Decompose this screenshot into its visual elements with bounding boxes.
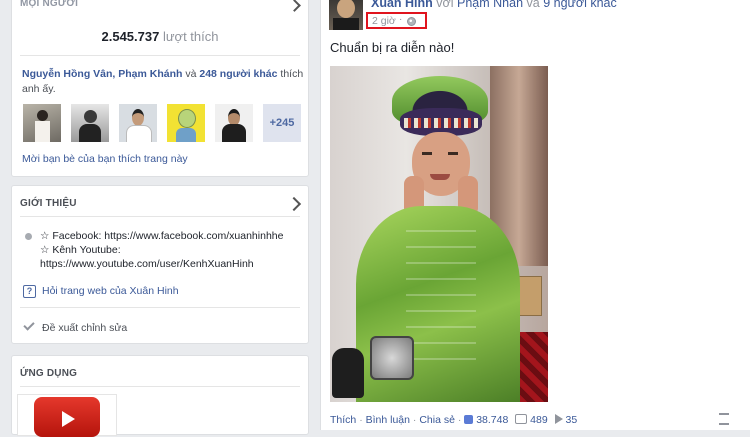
like-action-link[interactable]: Thích [330, 414, 356, 426]
friends-like-text: Nguyễn Hồng Vân, Phạm Khánh và 248 người… [22, 68, 304, 95]
card-divider [20, 386, 300, 387]
comment-count[interactable]: 489 [530, 414, 548, 426]
timeline-post: Xuân Hinh với Phạm Nhân và 9 người khác … [320, 0, 750, 430]
question-icon: ? [23, 285, 36, 298]
likes-count: 2.545.737 [101, 29, 160, 44]
people-header: MỌI NGƯỜI [20, 0, 79, 9]
friend-avatar[interactable] [23, 104, 61, 142]
people-card: MỌI NGƯỜI 2.545.737 lượt thích Nguyễn Hồ… [11, 0, 309, 177]
options-icon[interactable] [719, 413, 729, 425]
about-card: GIỚI THIỆU ☆ Facebook: https://www.faceb… [11, 185, 309, 344]
friend-avatar[interactable] [71, 104, 109, 142]
like-icon [464, 415, 474, 424]
ask-website-link[interactable]: Hỏi trang web của Xuân Hinh [42, 285, 179, 297]
app-tile[interactable] [17, 394, 117, 437]
suggest-edit-link[interactable]: Đề xuất chỉnh sửa [42, 322, 127, 334]
friend-others-link[interactable]: 248 người khác [199, 68, 277, 80]
apps-header: ỨNG DỤNG [20, 368, 78, 379]
post-timestamp[interactable]: 2 giờ [372, 15, 396, 27]
invite-friends-link[interactable]: Mời bạn bè của bạn thích trang này [22, 153, 188, 165]
tagged-person-link[interactable]: Phạm Nhân [457, 0, 523, 10]
author-name-link[interactable]: Xuân Hinh [371, 0, 433, 10]
info-icon [25, 233, 32, 240]
chevron-right-icon[interactable] [288, 0, 301, 12]
globe-icon[interactable] [407, 17, 416, 26]
checkmark-icon [23, 319, 35, 331]
post-header-line: Xuân Hinh với Phạm Nhân và 9 người khác [371, 0, 617, 10]
facebook-line: ☆ Facebook: https://www.facebook.com/xua… [40, 230, 284, 242]
author-avatar[interactable] [329, 0, 363, 30]
about-description: ☆ Facebook: https://www.facebook.com/xua… [40, 229, 308, 271]
card-divider [20, 55, 300, 56]
post-photo[interactable] [330, 66, 548, 402]
friend-avatars: +245 [23, 104, 303, 142]
share-action-link[interactable]: Chia sẻ [419, 414, 455, 426]
about-header: GIỚI THIỆU [20, 198, 77, 209]
share-icon [554, 414, 563, 424]
separator-dot: · [399, 14, 403, 25]
youtube-line: ☆ Kênh Youtube: [40, 244, 121, 256]
friend-names-link[interactable]: Nguyễn Hồng Vân, Phạm Khánh [22, 68, 182, 80]
youtube-url[interactable]: https://www.youtube.com/user/KenhXuanHin… [40, 257, 308, 271]
friend-avatar[interactable] [119, 104, 157, 142]
comment-action-link[interactable]: Bình luận [366, 414, 410, 426]
card-divider [20, 216, 300, 217]
likes-label: lượt thích [162, 29, 219, 44]
card-divider [20, 307, 300, 308]
chevron-right-icon[interactable] [286, 196, 302, 212]
share-count[interactable]: 35 [566, 414, 578, 426]
likes-summary: 2.545.737 lượt thích [12, 29, 308, 44]
apps-card: ỨNG DỤNG [11, 355, 309, 437]
youtube-app-icon [34, 397, 100, 437]
post-timestamp-box: 2 giờ · [366, 12, 427, 29]
comment-icon [515, 414, 528, 424]
post-caption: Chuẩn bị ra diễn nào! [330, 40, 455, 55]
more-friends-button[interactable]: +245 [263, 104, 301, 142]
friend-avatar[interactable] [215, 104, 253, 142]
like-count[interactable]: 38.748 [476, 414, 508, 426]
friend-avatar[interactable] [167, 104, 205, 142]
tagged-others-link[interactable]: 9 người khác [543, 0, 617, 10]
post-action-bar: Thích · Bình luận · Chia sẻ · 38.748 489… [330, 414, 578, 426]
